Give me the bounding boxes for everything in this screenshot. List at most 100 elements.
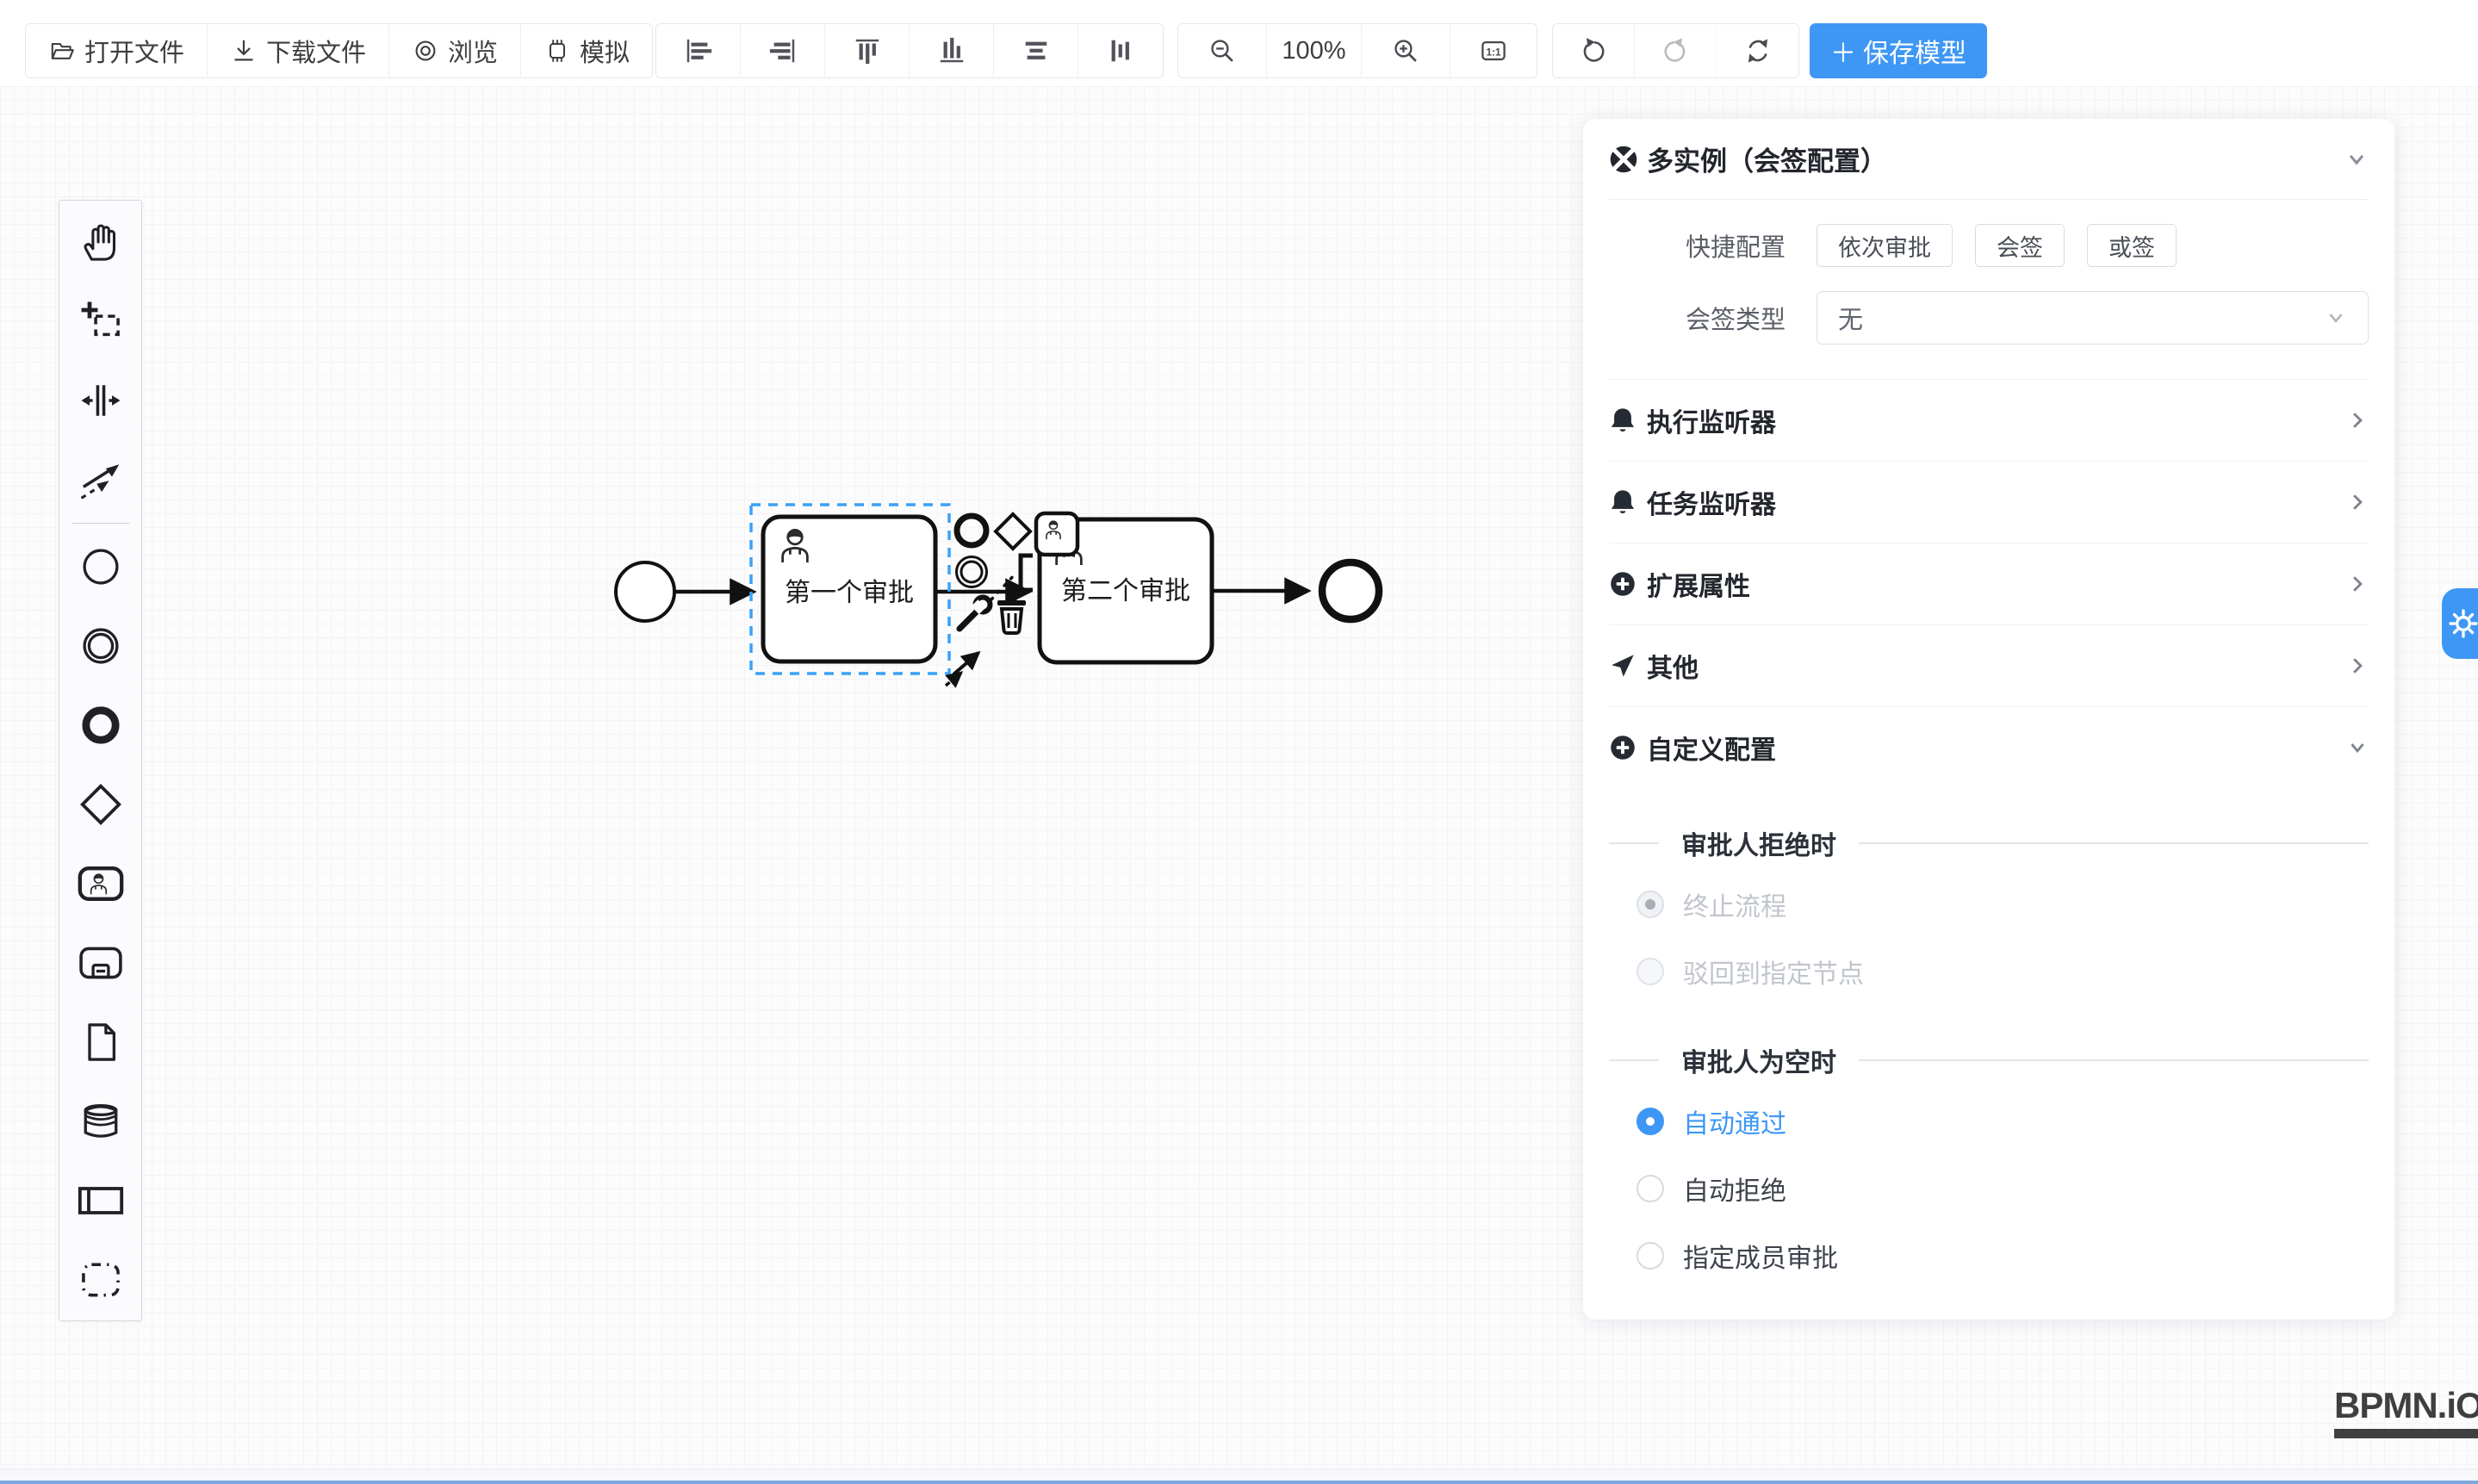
space-tool[interactable]	[61, 361, 140, 440]
bottom-strip	[0, 1468, 2478, 1481]
align-bottom-icon	[937, 36, 966, 65]
connect-arrows-icon	[78, 457, 123, 502]
align-center-horizontal-button[interactable]	[994, 24, 1078, 78]
align-bottom-button[interactable]	[910, 24, 994, 78]
lasso-tool[interactable]	[61, 282, 140, 361]
create-intermediate-event[interactable]	[61, 606, 140, 686]
align-center-horizontal-icon	[1022, 36, 1051, 65]
sign-type-row: 会签类型 无	[1609, 291, 2369, 345]
download-file-label: 下载文件	[266, 33, 366, 69]
section-execution-listener[interactable]: 执行监听器	[1609, 379, 2369, 461]
panel-title: 多实例（会签配置）	[1647, 140, 1887, 178]
chevron-down-icon	[2325, 307, 2347, 329]
approver-reject-heading: 审批人拒绝时	[1609, 824, 2369, 862]
align-center-vertical-button[interactable]	[1078, 24, 1163, 78]
history-tool-group	[1552, 23, 1799, 78]
quick-option-sequential[interactable]: 依次审批	[1817, 224, 1953, 267]
quick-config-label: 快捷配置	[1609, 227, 1786, 264]
quick-config-row: 快捷配置 依次审批 会签 或签	[1609, 224, 2369, 267]
align-right-icon	[768, 36, 798, 65]
sign-type-value: 无	[1838, 300, 1863, 336]
align-left-icon	[684, 36, 713, 65]
approver-empty-heading: 审批人为空时	[1609, 1041, 2369, 1079]
preview-label: 浏览	[448, 33, 498, 69]
create-data-store[interactable]	[61, 1082, 140, 1161]
element-palette	[59, 200, 142, 1321]
create-gateway[interactable]	[61, 765, 140, 844]
zoom-level-indicator: 100%	[1267, 24, 1362, 78]
download-file-button[interactable]: 下载文件	[208, 24, 389, 78]
simulate-button[interactable]: 模拟	[521, 24, 652, 78]
zoom-out-button[interactable]	[1178, 24, 1267, 78]
settings-tab[interactable]	[2442, 588, 2478, 659]
radio-return-to-node[interactable]: 驳回到指定节点	[1636, 938, 2369, 1005]
create-user-task[interactable]	[61, 844, 140, 923]
plus-icon: ＋	[1830, 32, 1856, 70]
toolbar: 打开文件 下载文件 浏览 模	[0, 0, 2478, 86]
chevron-down-icon	[2346, 736, 2369, 759]
create-participant[interactable]	[61, 1161, 140, 1240]
global-connect-tool[interactable]	[61, 440, 140, 519]
zoom-tool-group: 100% 1:1	[1177, 23, 1537, 78]
radio-terminate-process[interactable]: 终止流程	[1636, 871, 2369, 938]
zoom-reset-button[interactable]: 1:1	[1450, 24, 1537, 78]
quick-option-orsign[interactable]: 或签	[2087, 224, 2177, 267]
undo-icon	[1579, 36, 1608, 65]
bell-icon	[1609, 407, 1636, 434]
view-scope-icon	[412, 37, 439, 65]
chevron-right-icon	[2346, 573, 2369, 595]
section-extended-properties[interactable]: 扩展属性	[1609, 543, 2369, 624]
quick-option-countersign[interactable]: 会签	[1975, 224, 2065, 267]
radio-icon	[1636, 958, 1664, 985]
zoom-in-button[interactable]	[1362, 24, 1450, 78]
zoom-in-icon	[1391, 36, 1420, 65]
open-file-label: 打开文件	[84, 33, 184, 69]
align-right-button[interactable]	[741, 24, 825, 78]
align-top-button[interactable]	[825, 24, 910, 78]
section-task-listener[interactable]: 任务监听器	[1609, 461, 2369, 543]
bpmn-io-logo-text: BPMN.iO	[2334, 1385, 2478, 1426]
align-tool-group	[655, 23, 1164, 78]
file-tool-group: 打开文件 下载文件 浏览 模	[25, 23, 653, 78]
create-end-event[interactable]	[61, 686, 140, 765]
plus-circle-icon	[1609, 570, 1636, 598]
reset-button[interactable]	[1717, 24, 1798, 78]
download-icon	[230, 37, 258, 65]
create-group[interactable]	[61, 1240, 140, 1319]
sign-type-label: 会签类型	[1609, 300, 1786, 336]
hand-tool[interactable]	[61, 202, 140, 282]
refresh-icon	[1743, 36, 1773, 65]
chevron-right-icon	[2346, 409, 2369, 432]
simulate-label: 模拟	[580, 33, 630, 69]
redo-button[interactable]	[1635, 24, 1717, 78]
radio-assign-member[interactable]: 指定成员审批	[1636, 1222, 2369, 1289]
hand-icon	[78, 220, 123, 264]
radio-auto-pass[interactable]: 自动通过	[1636, 1088, 2369, 1155]
section-other[interactable]: 其他	[1609, 624, 2369, 706]
save-model-button[interactable]: ＋ 保存模型	[1810, 23, 1987, 78]
plus-circle-icon	[1609, 734, 1636, 761]
undo-button[interactable]	[1553, 24, 1635, 78]
send-icon	[1609, 652, 1636, 680]
preview-button[interactable]: 浏览	[389, 24, 521, 78]
space-tool-icon	[78, 378, 123, 423]
align-left-button[interactable]	[656, 24, 741, 78]
chevron-down-icon[interactable]	[2344, 147, 2369, 171]
create-data-object[interactable]	[61, 1003, 140, 1082]
sign-type-select[interactable]: 无	[1817, 291, 2369, 345]
bell-icon	[1609, 488, 1636, 516]
bpmn-io-logo-underline	[2334, 1429, 2478, 1438]
create-subprocess[interactable]	[61, 923, 140, 1003]
open-file-button[interactable]: 打开文件	[26, 24, 208, 78]
radio-auto-reject[interactable]: 自动拒绝	[1636, 1155, 2369, 1222]
gear-icon	[2449, 608, 2478, 639]
bpmn-editor-app: 第一个审批 第二个审批	[0, 0, 2478, 1484]
create-start-event[interactable]	[61, 527, 140, 606]
bpmn-io-logo[interactable]: BPMN.iO	[2334, 1385, 2478, 1438]
chevron-right-icon	[2346, 655, 2369, 677]
zoom-out-icon	[1208, 36, 1237, 65]
panel-header[interactable]: 多实例（会签配置）	[1609, 119, 2369, 200]
chip-icon	[543, 37, 571, 65]
svg-text:1:1: 1:1	[1487, 47, 1501, 58]
section-custom-config[interactable]: 自定义配置	[1609, 706, 2369, 788]
